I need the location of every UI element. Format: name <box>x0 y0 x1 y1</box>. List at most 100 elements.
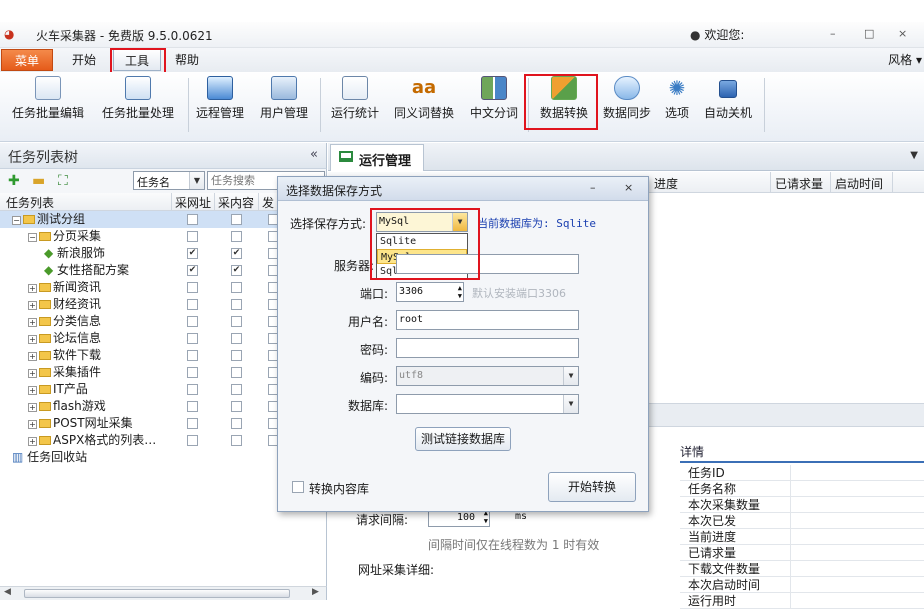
tree-row-checkbox[interactable] <box>187 333 198 344</box>
scroll-left-icon[interactable]: ◀ <box>4 587 11 597</box>
collapse-node-icon[interactable]: − <box>12 216 21 225</box>
ribbon-separator <box>320 78 321 132</box>
tree-row-checkbox[interactable] <box>187 384 198 395</box>
menu-tab-start[interactable]: 开始 <box>60 49 108 71</box>
tree-row-checkbox[interactable] <box>231 282 242 293</box>
add-icon[interactable]: ✚ <box>8 173 20 189</box>
server-label: 服务器: <box>333 259 374 273</box>
expand-node-icon[interactable]: + <box>28 284 37 293</box>
expand-node-icon[interactable]: + <box>28 369 37 378</box>
expand-node-icon[interactable]: + <box>28 318 37 327</box>
tree-row-content: ▥ 任务回收站 <box>12 449 87 466</box>
tree-row-checkbox[interactable] <box>187 367 198 378</box>
convert-content-checkbox[interactable] <box>292 481 304 493</box>
segment-split-icon <box>481 76 507 100</box>
password-input[interactable] <box>396 338 579 358</box>
run-stats-button[interactable]: 运行统计 <box>328 76 382 128</box>
auto-shutdown-button[interactable]: 自动关机 <box>700 76 756 128</box>
collapse-node-icon[interactable]: − <box>28 233 37 242</box>
tree-row-checkbox[interactable]: ✔ <box>187 265 198 276</box>
column-collect-url[interactable]: 采网址 <box>175 194 211 211</box>
scroll-right-icon[interactable]: ▶ <box>312 587 319 597</box>
expand-node-icon[interactable]: + <box>28 335 37 344</box>
tab-run-management[interactable]: 运行管理 <box>330 144 424 171</box>
tree-row-checkbox[interactable] <box>231 418 242 429</box>
dialog-close-button[interactable]: × <box>624 181 633 194</box>
tree-row-label: 测试分组 <box>37 212 86 226</box>
ribbon-toolbar: 任务批量编辑 任务批量处理 远程管理 用户管理 运行统计 aa 同义词替换 中文分… <box>0 72 924 142</box>
tree-row-checkbox[interactable] <box>231 299 242 310</box>
options-button[interactable]: ✺ 选项 <box>660 76 694 128</box>
column-publish[interactable]: 发 <box>262 194 274 211</box>
user-manage-button[interactable]: 用户管理 <box>256 76 312 128</box>
expand-node-icon[interactable]: + <box>28 403 37 412</box>
tree-row-checkbox[interactable] <box>187 435 198 446</box>
synonym-replace-button[interactable]: aa 同义词替换 <box>390 76 458 128</box>
chinese-segment-button[interactable]: 中文分词 <box>466 76 522 128</box>
details-title-text: 详情 <box>680 445 705 459</box>
menu-tab-help[interactable]: 帮助 <box>165 49 209 71</box>
tree-row-checkbox[interactable] <box>231 316 242 327</box>
details-row: 本次已发 <box>680 513 924 529</box>
column-collect-content[interactable]: 采内容 <box>218 194 254 211</box>
expand-node-icon[interactable]: + <box>28 437 37 446</box>
tree-horizontal-scrollbar[interactable]: ◀ ▶ <box>0 586 327 600</box>
collapse-panel-button[interactable]: « <box>310 147 318 162</box>
tree-row-checkbox[interactable] <box>187 316 198 327</box>
expand-node-icon[interactable]: + <box>28 301 37 310</box>
tree-row-checkbox[interactable] <box>187 231 198 242</box>
search-type-select[interactable]: 任务名 ▼ <box>133 171 205 190</box>
minimize-window-button[interactable]: – <box>830 27 836 40</box>
database-select[interactable]: ▼ <box>396 394 579 414</box>
expand-all-icon[interactable]: ⛶ <box>58 173 68 189</box>
folder-icon[interactable]: ▬ <box>32 173 45 189</box>
tree-row-checkbox[interactable] <box>231 231 242 242</box>
column-divider <box>214 193 215 211</box>
tree-row-checkbox[interactable] <box>187 418 198 429</box>
tree-row-checkbox[interactable] <box>187 299 198 310</box>
scroll-thumb[interactable] <box>24 589 290 598</box>
port-stepper-icon[interactable]: ▲ ▼ <box>458 284 462 300</box>
tree-row-checkbox[interactable] <box>231 401 242 412</box>
dialog-minimize-button[interactable]: – <box>590 181 596 194</box>
tree-row-checkbox[interactable]: ✔ <box>231 248 242 259</box>
column-progress[interactable]: 进度 <box>654 175 678 192</box>
tree-row-checkbox[interactable] <box>187 214 198 225</box>
tree-row-checkbox[interactable]: ✔ <box>187 248 198 259</box>
dialog-title-bar[interactable]: 选择数据保存方式 – × <box>278 177 648 201</box>
expand-node-icon[interactable]: + <box>28 386 37 395</box>
test-connection-button[interactable]: 测试链接数据库 <box>415 427 511 451</box>
column-start-time[interactable]: 启动时间 <box>835 175 883 192</box>
menu-tab-main[interactable]: 菜单 <box>1 49 53 71</box>
tree-row-checkbox[interactable] <box>231 384 242 395</box>
tree-row-checkbox[interactable] <box>231 214 242 225</box>
tree-row-checkbox[interactable] <box>231 333 242 344</box>
encoding-select[interactable]: utf8 ▼ <box>396 366 579 386</box>
tree-row-checkbox[interactable] <box>231 367 242 378</box>
tab-list-dropdown-icon[interactable]: ▼ <box>910 150 918 161</box>
column-requested[interactable]: 已请求量 <box>775 175 823 192</box>
user-icon: ● <box>690 28 701 42</box>
batch-process-button[interactable]: 任务批量处理 <box>96 76 180 128</box>
request-interval-value: 100 <box>456 512 475 523</box>
port-input[interactable]: 3306 ▲ ▼ <box>396 282 464 302</box>
tree-row-checkbox[interactable] <box>187 282 198 293</box>
tree-row-checkbox[interactable] <box>187 401 198 412</box>
expand-node-icon[interactable]: + <box>28 420 37 429</box>
data-sync-button[interactable]: 数据同步 <box>600 76 654 128</box>
tree-row-checkbox[interactable] <box>231 435 242 446</box>
tree-row-checkbox[interactable] <box>231 350 242 361</box>
column-task-list[interactable]: 任务列表 <box>6 194 54 211</box>
database-label: 数据库: <box>347 399 388 413</box>
remote-manage-button[interactable]: 远程管理 <box>192 76 248 128</box>
style-menu[interactable]: 风格 ▾ <box>870 49 922 71</box>
close-window-button[interactable]: × <box>898 27 907 40</box>
encoding-value: utf8 <box>399 370 424 381</box>
tree-row-checkbox[interactable]: ✔ <box>231 265 242 276</box>
maximize-window-button[interactable]: □ <box>864 27 874 40</box>
batch-edit-button[interactable]: 任务批量编辑 <box>8 76 88 128</box>
expand-node-icon[interactable]: + <box>28 352 37 361</box>
start-convert-button[interactable]: 开始转换 <box>548 472 636 502</box>
username-input[interactable]: root <box>396 310 579 330</box>
tree-row-checkbox[interactable] <box>187 350 198 361</box>
